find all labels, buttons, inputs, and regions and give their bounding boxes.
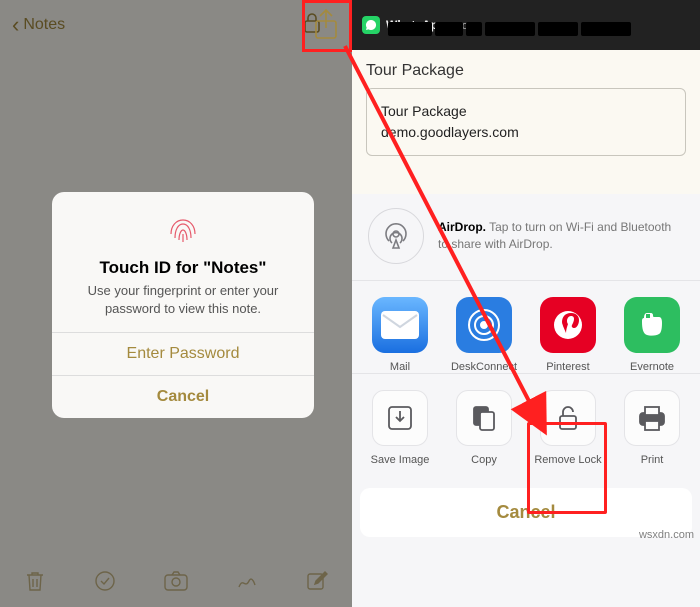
share-apps-row: Mail DeskConnect Pinterest xyxy=(352,281,700,374)
enter-password-button[interactable]: Enter Password xyxy=(52,332,314,375)
pinterest-icon xyxy=(540,297,596,353)
share-app-deskconnect[interactable]: DeskConnect xyxy=(442,297,526,373)
notes-left-screen: ‹ Notes Touch ID for "Notes" xyxy=(0,0,352,607)
dialog-subtitle: Use your fingerprint or enter your passw… xyxy=(52,278,314,332)
annotation-box-removelock xyxy=(527,422,607,514)
dialog-title: Touch ID for "Notes" xyxy=(52,258,314,278)
card-subtitle: demo.goodlayers.com xyxy=(381,122,671,143)
touchid-dialog: Touch ID for "Notes" Use your fingerprin… xyxy=(52,192,314,418)
evernote-icon xyxy=(624,297,680,353)
action-print[interactable]: Print xyxy=(610,390,694,466)
print-icon xyxy=(624,390,680,446)
notification-body-redacted xyxy=(388,20,680,48)
share-app-pinterest[interactable]: Pinterest xyxy=(526,297,610,373)
airdrop-text: AirDrop. Tap to turn on Wi-Fi and Blueto… xyxy=(438,219,684,253)
whatsapp-icon xyxy=(362,16,380,34)
share-sheet: AirDrop. Tap to turn on Wi-Fi and Blueto… xyxy=(352,194,700,607)
card-title: Tour Package xyxy=(381,101,671,122)
action-save-image[interactable]: Save Image xyxy=(358,390,442,466)
share-actions-row: Save Image Copy Remove Lock xyxy=(352,374,700,480)
airdrop-row[interactable]: AirDrop. Tap to turn on Wi-Fi and Blueto… xyxy=(352,194,700,281)
share-right-screen: WhatsApp now Tour Package Tour Package d… xyxy=(352,0,700,607)
annotation-box-share xyxy=(302,0,352,52)
watermark: wsxdn.com xyxy=(639,529,694,541)
touchid-icon xyxy=(163,210,203,250)
page-title: Tour Package xyxy=(366,62,686,80)
share-app-mail[interactable]: Mail xyxy=(358,297,442,373)
mail-icon xyxy=(372,297,428,353)
share-app-evernote[interactable]: Evernote xyxy=(610,297,694,373)
copy-icon xyxy=(456,390,512,446)
note-link-card[interactable]: Tour Package demo.goodlayers.com xyxy=(366,88,686,156)
save-image-icon xyxy=(372,390,428,446)
airdrop-icon xyxy=(368,208,424,264)
dialog-cancel-button[interactable]: Cancel xyxy=(52,375,314,418)
notification-banner[interactable]: WhatsApp now xyxy=(352,0,700,50)
deskconnect-icon xyxy=(456,297,512,353)
action-copy[interactable]: Copy xyxy=(442,390,526,466)
